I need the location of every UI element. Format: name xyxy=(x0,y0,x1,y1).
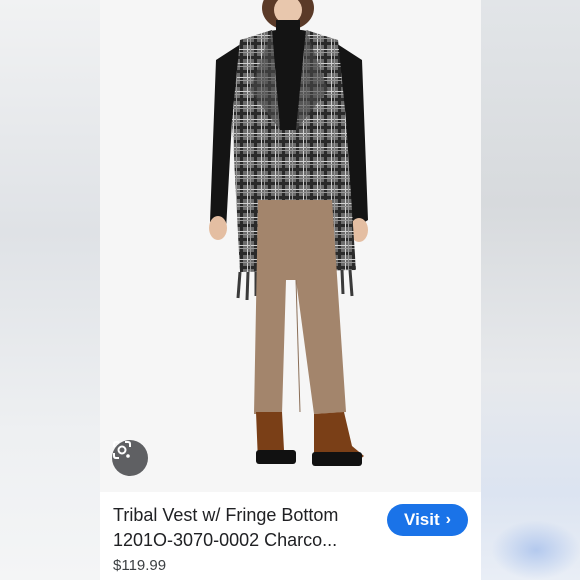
visit-button-label: Visit xyxy=(404,510,440,529)
blurred-background-right xyxy=(481,0,580,580)
product-card[interactable]: Tribal Vest w/ Fringe Bottom 1201O-3070-… xyxy=(100,0,481,580)
google-lens-button[interactable] xyxy=(112,440,148,476)
blurred-background-left xyxy=(0,0,100,580)
product-title-line-2: 1201O-3070-0002 Charco... xyxy=(113,530,338,550)
product-price: $119.99 xyxy=(113,557,167,574)
product-title-line-1: Tribal Vest w/ Fringe Bottom xyxy=(113,505,339,525)
visit-button[interactable]: Visit › xyxy=(387,504,468,536)
google-lens-icon xyxy=(113,441,131,459)
product-image[interactable] xyxy=(100,0,481,492)
chevron-right-icon: › xyxy=(445,511,451,528)
model-wearing-vest-illustration xyxy=(209,0,368,466)
product-title[interactable]: Tribal Vest w/ Fringe Bottom 1201O-3070-… xyxy=(113,503,373,553)
